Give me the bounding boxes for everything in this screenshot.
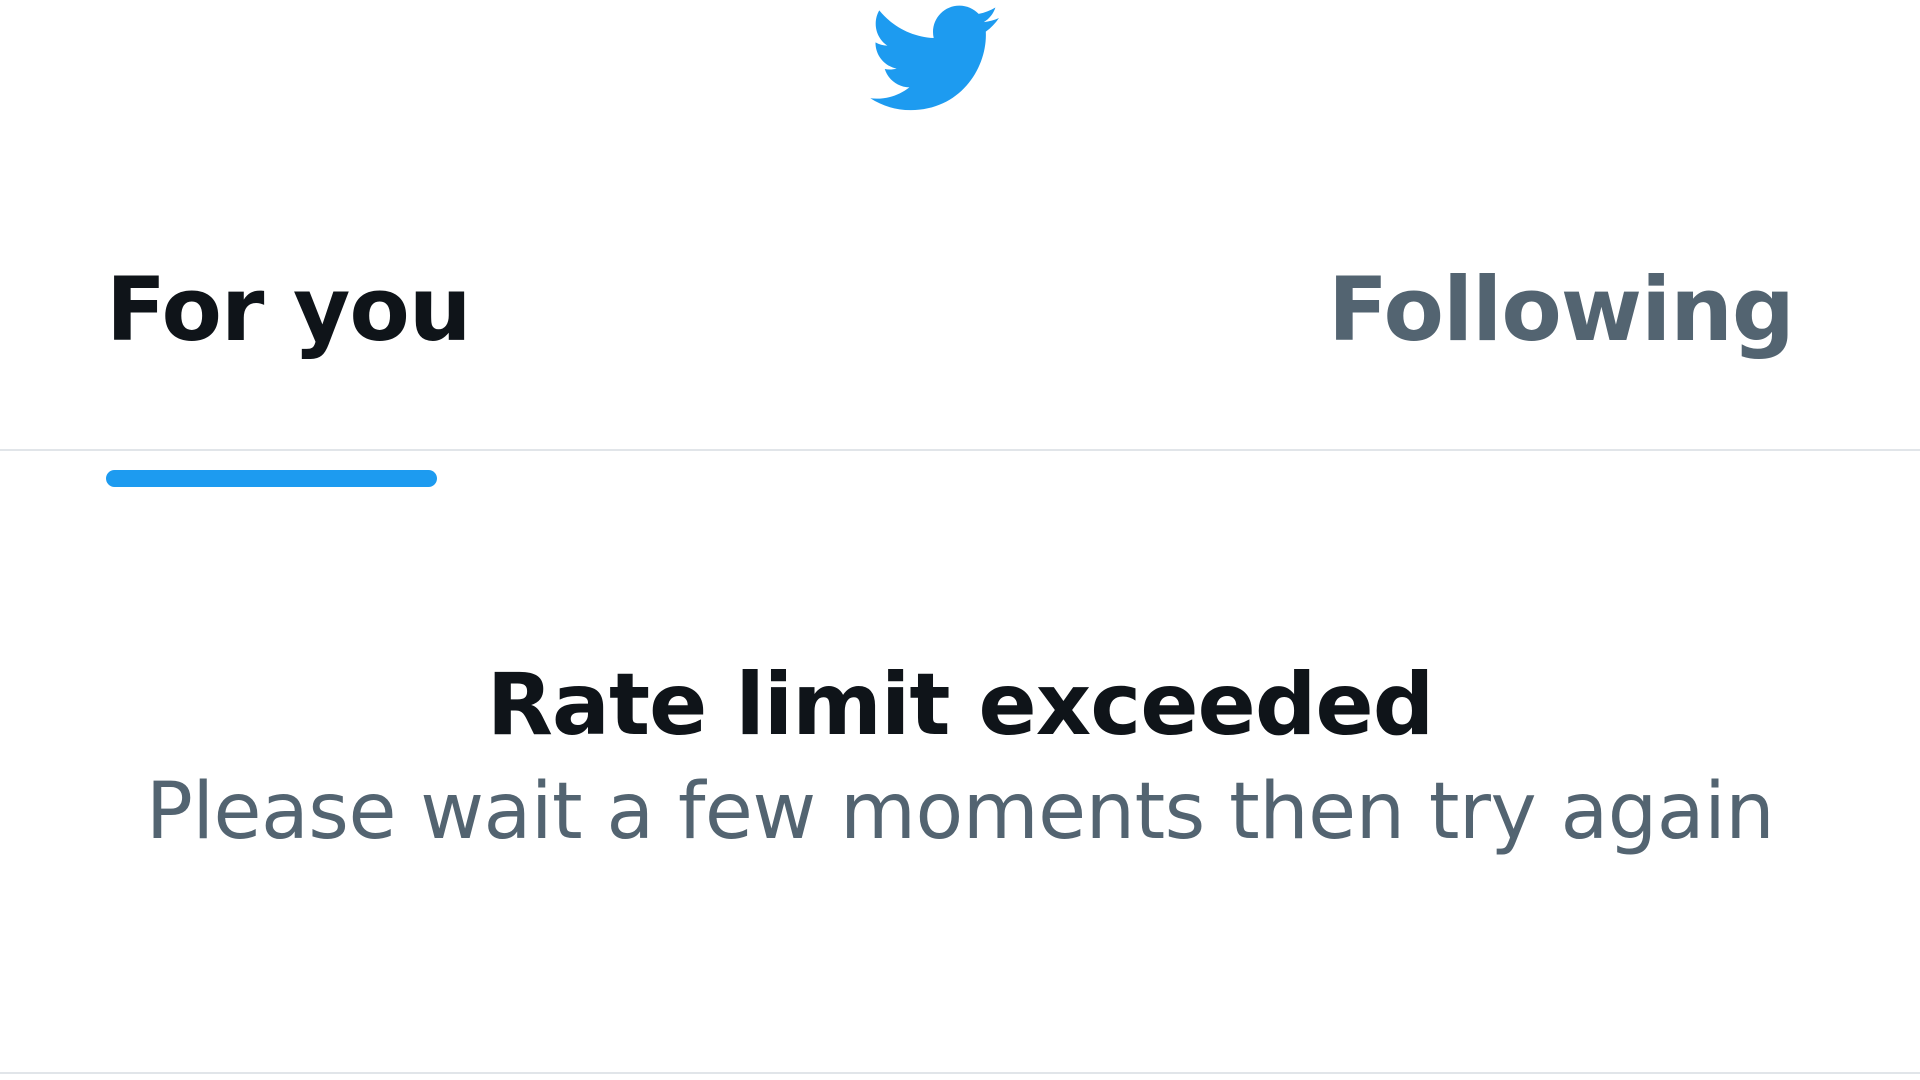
rate-limit-message: Rate limit exceeded Please wait a few mo… — [0, 650, 1920, 865]
twitter-bird-icon[interactable] — [850, 0, 1016, 126]
tab-following-label: Following — [1328, 258, 1795, 361]
error-subtitle: Please wait a few moments then try again — [145, 767, 1775, 857]
active-tab-indicator — [106, 470, 437, 487]
error-title: Rate limit exceeded — [486, 655, 1435, 755]
tab-following[interactable]: Following — [1328, 258, 1795, 451]
tab-for-you[interactable]: For you — [106, 258, 472, 487]
timeline-tabs: For you Following — [0, 220, 1920, 487]
divider — [0, 1072, 1920, 1074]
home-timeline: For you Following Rate limit exceeded Pl… — [0, 0, 1920, 1080]
tab-for-you-label: For you — [106, 258, 472, 361]
